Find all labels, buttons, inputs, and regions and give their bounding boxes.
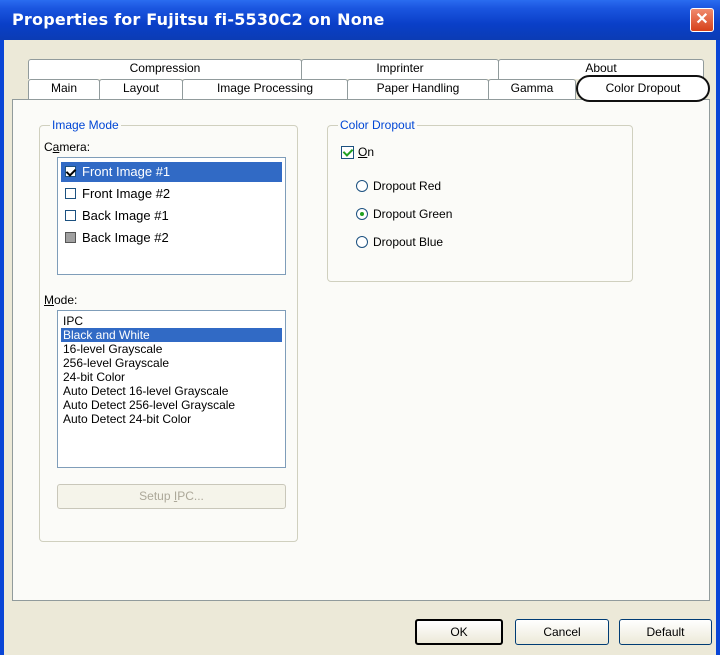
window-frame-right xyxy=(716,40,720,655)
default-button[interactable]: Default xyxy=(619,619,712,645)
camera-item-front-2[interactable]: Front Image #2 xyxy=(61,184,282,204)
cancel-button[interactable]: Cancel xyxy=(515,619,609,645)
color-dropout-label: Color Dropout xyxy=(338,118,417,132)
dropout-blue-radio[interactable]: Dropout Blue xyxy=(356,235,443,249)
mode-item-selected[interactable]: Black and White xyxy=(61,328,282,342)
tab-color-dropout[interactable]: Color Dropout xyxy=(576,75,710,102)
camera-item-back-1[interactable]: Back Image #1 xyxy=(61,206,282,226)
camera-label: Camera: xyxy=(44,140,91,154)
tab-compression[interactable]: Compression xyxy=(28,59,302,79)
radio-icon[interactable] xyxy=(356,180,368,192)
tab-main[interactable]: Main xyxy=(28,79,100,100)
mode-item[interactable]: 24-bit Color xyxy=(61,370,282,384)
checkbox-icon[interactable] xyxy=(65,166,76,178)
mode-item[interactable]: Auto Detect 256-level Grayscale xyxy=(61,398,282,412)
tab-image-processing[interactable]: Image Processing xyxy=(182,79,348,100)
camera-item-front-1[interactable]: Front Image #1 xyxy=(61,162,282,182)
checkbox-icon[interactable] xyxy=(65,232,76,244)
mode-item[interactable]: 16-level Grayscale xyxy=(61,342,282,356)
mode-item[interactable]: 256-level Grayscale xyxy=(61,356,282,370)
tab-gamma[interactable]: Gamma xyxy=(488,79,576,100)
on-checkbox[interactable]: On xyxy=(341,145,374,159)
radio-icon[interactable] xyxy=(356,208,368,220)
mode-listbox[interactable]: IPC Black and White 16-level Grayscale 2… xyxy=(57,310,286,468)
checkbox-icon[interactable] xyxy=(65,210,76,222)
setup-ipc-button[interactable]: Setup IPC... xyxy=(57,484,286,509)
checkbox-icon[interactable] xyxy=(65,188,76,200)
checkbox-icon[interactable] xyxy=(341,145,354,159)
ok-button[interactable]: OK xyxy=(415,619,503,645)
window-title: Properties for Fujitsu fi-5530C2 on None xyxy=(12,10,385,29)
window-frame-left xyxy=(0,40,4,655)
camera-listbox[interactable]: Front Image #1 Front Image #2 Back Image… xyxy=(57,157,286,275)
tab-layout[interactable]: Layout xyxy=(99,79,183,100)
mode-item[interactable]: IPC xyxy=(61,314,282,328)
dropout-red-radio[interactable]: Dropout Red xyxy=(356,179,441,193)
image-mode-label: Image Mode xyxy=(50,118,121,132)
camera-item-back-2[interactable]: Back Image #2 xyxy=(61,228,282,248)
dropout-green-radio[interactable]: Dropout Green xyxy=(356,207,452,221)
mode-item[interactable]: Auto Detect 24-bit Color xyxy=(61,412,282,426)
tab-imprinter[interactable]: Imprinter xyxy=(301,59,499,79)
mode-label: Mode: xyxy=(44,293,78,307)
tab-paper-handling[interactable]: Paper Handling xyxy=(347,79,489,100)
title-bar[interactable]: Properties for Fujitsu fi-5530C2 on None… xyxy=(0,0,720,40)
tab-panel: Image Mode Camera: Front Image #1 Front … xyxy=(12,99,710,601)
close-icon[interactable]: ✕ xyxy=(690,8,714,32)
radio-icon[interactable] xyxy=(356,236,368,248)
properties-window: Properties for Fujitsu fi-5530C2 on None… xyxy=(0,0,720,655)
mode-item[interactable]: Auto Detect 16-level Grayscale xyxy=(61,384,282,398)
